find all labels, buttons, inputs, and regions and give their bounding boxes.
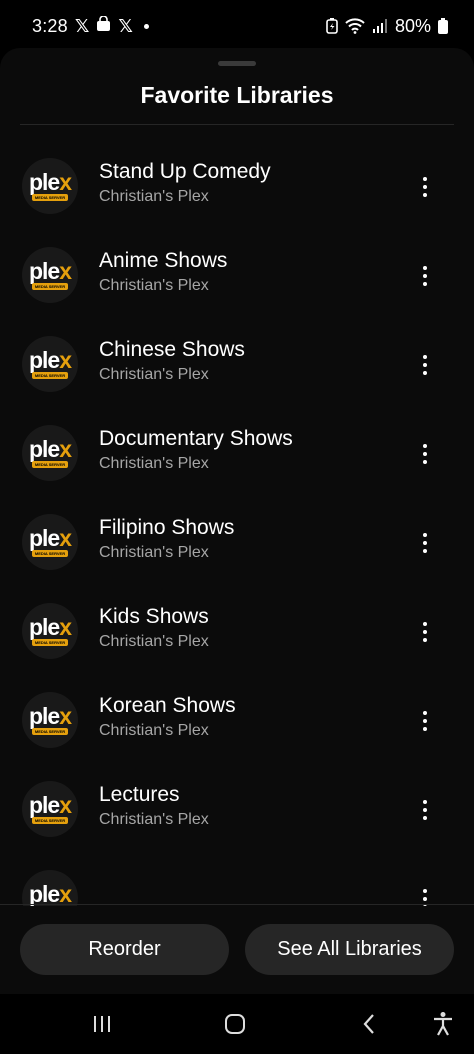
back-icon[interactable] (349, 1004, 389, 1044)
library-title: Anime Shows (99, 249, 228, 272)
library-list-item[interactable]: plexMEDIA SERVER (0, 856, 474, 906)
plex-logo-badge: MEDIA SERVER (31, 282, 69, 290)
library-list-item[interactable]: plexMEDIA SERVERChristian's Plex (0, 126, 474, 144)
plex-logo-accent: x (59, 702, 72, 729)
plex-logo-badge: MEDIA SERVER (31, 638, 69, 646)
library-server: Christian's Plex (99, 811, 209, 828)
library-list-item[interactable]: plex MEDIA SERVER Chinese Shows Christian's… (0, 322, 474, 411)
more-options-icon[interactable] (410, 437, 440, 471)
more-options-icon[interactable] (410, 259, 440, 293)
plex-logo-accent: x (59, 257, 72, 284)
more-options-icon[interactable] (410, 348, 440, 382)
plex-logo-badge: MEDIA SERVER (31, 816, 69, 824)
plex-logo-word: ple (28, 791, 60, 818)
more-options-icon[interactable] (410, 615, 440, 649)
reorder-button[interactable]: Reorder (20, 924, 229, 975)
divider (20, 124, 454, 125)
plex-logo-icon: plexMEDIA SERVER (22, 514, 78, 570)
plex-logo-icon: plexMEDIA SERVER (22, 692, 78, 748)
x-icon: 𝕏 (118, 16, 133, 36)
library-title: Filipino Shows (99, 516, 235, 539)
plex-logo-badge: MEDIA SERVER (31, 727, 69, 735)
plex-logo-icon: plexMEDIA SERVER (22, 870, 78, 906)
status-bar: 3:28 𝕏 𝕏 80% (0, 0, 474, 52)
library-list-item[interactable]: plex MEDIA SERVER Lectures Christian's Plex (0, 767, 474, 856)
home-icon[interactable] (215, 1004, 255, 1044)
plex-logo-icon: plexMEDIA SERVER (22, 781, 78, 837)
see-all-libraries-button[interactable]: See All Libraries (245, 924, 454, 975)
plex-logo-word: ple (28, 257, 60, 284)
battery-percent: 80% (394, 15, 431, 36)
accessibility-icon[interactable] (423, 1004, 463, 1044)
library-title: Kids Shows (99, 605, 209, 628)
more-options-icon[interactable] (410, 170, 440, 204)
page-title: Favorite Libraries (140, 82, 334, 108)
plex-logo-accent: x (59, 880, 72, 906)
library-list-item[interactable]: plex MEDIA SERVER Anime Shows Christian's P… (0, 233, 474, 322)
plex-logo-accent: x (59, 435, 72, 462)
library-title: Lectures (99, 783, 180, 806)
plex-logo-word: ple (28, 613, 60, 640)
library-server: Christian's Plex (99, 455, 209, 472)
library-list-item[interactable]: plex MEDIA SERVER Filipino Shows Christian'… (0, 500, 474, 589)
plex-logo-accent: x (59, 346, 72, 373)
wifi-icon (345, 18, 365, 34)
recent-apps-icon[interactable] (82, 1004, 122, 1044)
plex-logo-badge: MEDIA SERVER (31, 549, 69, 557)
library-server: Christian's Plex (99, 722, 209, 739)
notification-dot-icon (143, 23, 149, 29)
signal-icon (372, 19, 388, 33)
library-server: Christian's Plex (99, 633, 209, 650)
library-server: Christian's Plex (99, 544, 209, 561)
library-title: Documentary Shows (99, 427, 293, 450)
library-server: Christian's Plex (99, 188, 209, 205)
library-list-item[interactable]: plex MEDIA SERVER Kids Shows Christian's Pl… (0, 589, 474, 678)
system-nav-bar (0, 994, 474, 1054)
x-icon: 𝕏 (74, 16, 90, 36)
sheet-grabber[interactable] (218, 61, 256, 66)
library-title: Korean Shows (99, 694, 236, 717)
plex-logo-accent: x (59, 613, 72, 640)
plex-logo-accent: x (59, 168, 72, 195)
plex-logo-word: ple (28, 435, 60, 462)
plex-logo-icon: plexMEDIA SERVER (22, 336, 78, 392)
library-server: Christian's Plex (99, 366, 209, 383)
plex-logo-word: ple (28, 702, 60, 729)
shopping-bag-icon (96, 14, 111, 37)
plex-logo-word: ple (28, 524, 60, 551)
plex-logo-accent: x (59, 791, 72, 818)
library-title: Stand Up Comedy (99, 160, 271, 183)
favorite-libraries-sheet: Favorite Libraries plexMEDIA SERVERChris… (0, 48, 474, 994)
library-server: Christian's Plex (99, 277, 209, 294)
plex-logo-word: ple (28, 880, 60, 906)
library-list-item[interactable]: plex MEDIA SERVER Korean Shows Christian's … (0, 678, 474, 767)
status-time: 3:28 (32, 15, 68, 36)
plex-logo-word: ple (28, 168, 60, 195)
battery-saver-icon (326, 18, 338, 34)
more-options-icon[interactable] (410, 704, 440, 738)
battery-icon (438, 18, 448, 34)
library-list-item[interactable]: plex MEDIA SERVER Stand Up Comedy Christian… (0, 144, 474, 233)
plex-logo-word: ple (28, 346, 60, 373)
plex-logo-badge: MEDIA SERVER (31, 905, 69, 906)
more-options-icon[interactable] (410, 882, 440, 906)
library-list-item[interactable]: plex MEDIA SERVER Documentary Shows Christi… (0, 411, 474, 500)
plex-logo-icon: plexMEDIA SERVER (22, 247, 78, 303)
plex-logo-badge: MEDIA SERVER (31, 193, 69, 201)
divider (0, 904, 474, 905)
plex-logo-badge: MEDIA SERVER (31, 371, 69, 379)
library-title: Chinese Shows (99, 338, 245, 361)
plex-logo-badge: MEDIA SERVER (31, 460, 69, 468)
more-options-icon[interactable] (410, 526, 440, 560)
library-list[interactable]: plexMEDIA SERVERChristian's PlexplexMEDI… (0, 126, 474, 906)
plex-logo-accent: x (59, 524, 72, 551)
plex-logo-icon: plexMEDIA SERVER (22, 425, 78, 481)
more-options-icon[interactable] (410, 793, 440, 827)
plex-logo-icon: plexMEDIA SERVER (22, 158, 78, 214)
plex-logo-icon: plexMEDIA SERVER (22, 603, 78, 659)
